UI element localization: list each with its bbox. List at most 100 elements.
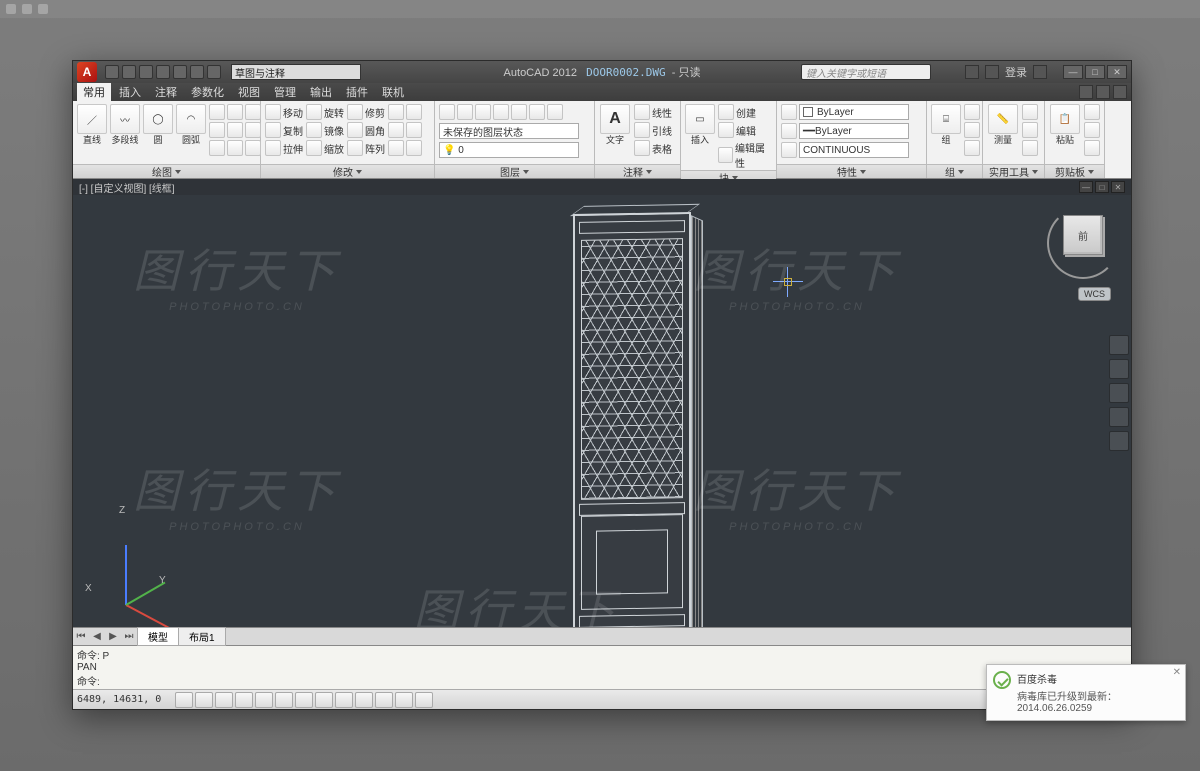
wipeout-icon[interactable] [209, 140, 225, 156]
layer-combo[interactable]: 💡 0 [439, 142, 579, 158]
group-button[interactable]: ⌸组 [931, 104, 961, 146]
break-icon[interactable] [388, 140, 404, 156]
copy-icon[interactable] [265, 122, 281, 138]
linetype-icon[interactable] [781, 142, 797, 158]
layer-props-icon[interactable] [439, 104, 455, 120]
layer-match-icon[interactable] [547, 104, 563, 120]
clip-copy-icon[interactable] [1084, 122, 1100, 138]
donut-icon[interactable] [245, 140, 261, 156]
block-create-icon[interactable] [718, 104, 734, 120]
block-edit-icon[interactable] [718, 122, 734, 138]
region-icon[interactable] [245, 122, 261, 138]
layer-color-icon[interactable] [493, 104, 509, 120]
model-canvas[interactable]: Z Y X 前 WCS 图行天下PHOTOPHOTO.CN 图行天下PHOTOP… [73, 195, 1131, 627]
tab-parametric[interactable]: 参数化 [185, 82, 230, 102]
point-icon[interactable] [227, 122, 243, 138]
wcs-badge[interactable]: WCS [1078, 287, 1111, 301]
polyline-button[interactable]: 〰多段线 [110, 104, 140, 146]
help-icon[interactable] [1033, 65, 1047, 79]
nav-pan-icon[interactable] [1109, 359, 1129, 379]
arc-button[interactable]: ◠圆弧 [176, 104, 206, 146]
leader-icon[interactable] [634, 122, 650, 138]
nav-wheel-icon[interactable] [1109, 335, 1129, 355]
lwt-toggle[interactable] [355, 692, 373, 708]
viewport-max-button[interactable]: □ [1095, 181, 1109, 193]
grid-toggle[interactable] [195, 692, 213, 708]
sc-toggle[interactable] [415, 692, 433, 708]
trim-icon[interactable] [347, 104, 363, 120]
selectall-icon[interactable] [1022, 140, 1038, 156]
join-icon[interactable] [406, 122, 422, 138]
ellipse-icon[interactable] [245, 104, 261, 120]
tab-insert[interactable]: 插入 [113, 82, 147, 102]
quickcalc-icon[interactable] [1022, 122, 1038, 138]
qat-saveas-icon[interactable] [156, 65, 170, 79]
tab-nav-last[interactable]: ⏭ [121, 631, 137, 642]
close-button[interactable]: ✕ [1107, 65, 1127, 79]
nav-showmotion-icon[interactable] [1109, 431, 1129, 451]
infocenter-search[interactable]: 键入关键字或短语 [801, 64, 931, 80]
otrack-toggle[interactable] [295, 692, 313, 708]
minimize-button[interactable]: — [1063, 65, 1083, 79]
tab-view[interactable]: 视图 [232, 82, 266, 102]
polar-toggle[interactable] [235, 692, 253, 708]
tab-nav-prev[interactable]: ◀ [89, 631, 105, 642]
toast-close-button[interactable]: ✕ [1173, 667, 1181, 678]
lineweight-combo[interactable]: ━━ ByLayer [799, 123, 909, 139]
mirror-icon[interactable] [306, 122, 322, 138]
dim-linear-icon[interactable] [634, 104, 650, 120]
qat-new-icon[interactable] [105, 65, 119, 79]
tab-online[interactable]: 联机 [376, 82, 410, 102]
erase-icon[interactable] [388, 104, 404, 120]
nav-orbit-icon[interactable] [1109, 407, 1129, 427]
qat-save-icon[interactable] [139, 65, 153, 79]
color-combo[interactable]: ByLayer [799, 104, 909, 120]
exchange-icon[interactable] [985, 65, 999, 79]
viewport-close-button[interactable]: ✕ [1111, 181, 1125, 193]
copybase-icon[interactable] [1084, 140, 1100, 156]
table-icon[interactable] [634, 140, 650, 156]
offset-icon[interactable] [388, 122, 404, 138]
viewport-min-button[interactable]: — [1079, 181, 1093, 193]
rotate-icon[interactable] [306, 104, 322, 120]
layer-off-icon[interactable] [511, 104, 527, 120]
paste-button[interactable]: 📋粘贴 [1049, 104, 1081, 146]
tab-model[interactable]: 模型 [137, 627, 179, 646]
qp-toggle[interactable] [395, 692, 413, 708]
hatch-icon[interactable] [209, 122, 225, 138]
ucs-icon[interactable]: Z Y X [85, 505, 205, 615]
array-icon[interactable] [347, 140, 363, 156]
lineweight-icon[interactable] [781, 123, 797, 139]
spline-icon[interactable] [227, 104, 243, 120]
layer-lock-icon[interactable] [475, 104, 491, 120]
tab-plugins[interactable]: 插件 [340, 82, 374, 102]
ribbon-extra-icon[interactable] [1079, 85, 1093, 99]
dyn-toggle[interactable] [335, 692, 353, 708]
stretch-icon[interactable] [265, 140, 281, 156]
select-icon[interactable] [1022, 104, 1038, 120]
tab-output[interactable]: 输出 [304, 82, 338, 102]
nav-zoom-icon[interactable] [1109, 383, 1129, 403]
qat-redo-icon[interactable] [207, 65, 221, 79]
qat-print-icon[interactable] [173, 65, 187, 79]
app-menu-button[interactable]: A [77, 62, 97, 82]
tab-annotate[interactable]: 注释 [149, 82, 183, 102]
ribbon-extra-icon[interactable] [1096, 85, 1110, 99]
group-edit-icon[interactable] [964, 122, 980, 138]
explode-icon[interactable] [406, 104, 422, 120]
snap-toggle[interactable] [175, 692, 193, 708]
tpy-toggle[interactable] [375, 692, 393, 708]
matchprop-icon[interactable] [781, 104, 797, 120]
maximize-button[interactable]: □ [1085, 65, 1105, 79]
layer-freeze-icon[interactable] [457, 104, 473, 120]
group-bbox-icon[interactable] [964, 140, 980, 156]
cut-icon[interactable] [1084, 104, 1100, 120]
workspace-combo[interactable]: 草图与注释 [231, 64, 361, 80]
block-attr-icon[interactable] [718, 147, 733, 163]
ribbon-extra-icon[interactable] [1113, 85, 1127, 99]
ducs-toggle[interactable] [315, 692, 333, 708]
layer-iso-icon[interactable] [529, 104, 545, 120]
scale-icon[interactable] [306, 140, 322, 156]
ungroup-icon[interactable] [964, 104, 980, 120]
layer-state-combo[interactable]: 未保存的图层状态 [439, 123, 579, 139]
